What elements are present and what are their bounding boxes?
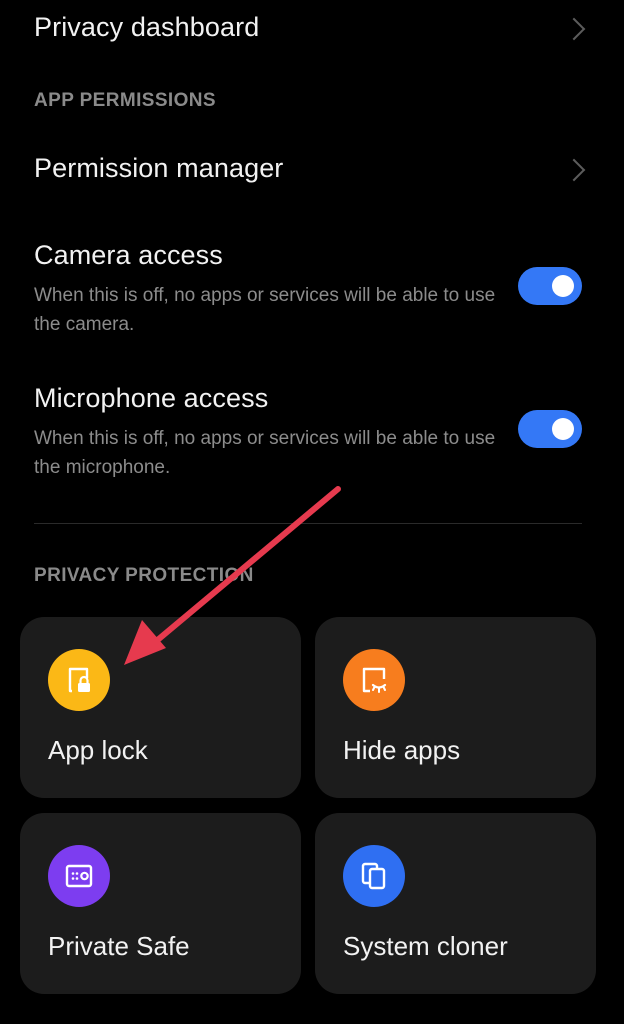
system-cloner-label: System cloner (343, 931, 508, 961)
hide-apps-card[interactable]: Hide apps (315, 617, 596, 798)
camera-access-toggle[interactable] (518, 267, 582, 305)
privacy-dashboard-row[interactable]: Privacy dashboard (34, 12, 582, 48)
permission-manager-row[interactable]: Permission manager (34, 153, 582, 189)
system-cloner-card[interactable]: System cloner (315, 813, 596, 994)
app-permissions-header: APP PERMISSIONS (34, 90, 216, 111)
hide-apps-label: Hide apps (343, 735, 461, 765)
microphone-access-row[interactable]: Microphone access When this is off, no a… (34, 383, 582, 482)
permission-manager-label: Permission manager (34, 153, 284, 183)
privacy-dashboard-label: Privacy dashboard (34, 12, 260, 42)
private-safe-card[interactable]: Private Safe (20, 813, 301, 994)
app-lock-icon (48, 649, 110, 711)
microphone-access-toggle[interactable] (518, 410, 582, 448)
microphone-access-label: Microphone access (34, 383, 269, 413)
private-safe-label: Private Safe (48, 931, 190, 961)
microphone-access-description: When this is off, no apps or services wi… (34, 428, 496, 478)
app-lock-card[interactable]: App lock (20, 617, 301, 798)
toggle-knob (552, 418, 574, 440)
section-divider (34, 523, 582, 524)
system-cloner-icon (343, 845, 405, 907)
camera-access-row[interactable]: Camera access When this is off, no apps … (34, 240, 582, 339)
privacy-protection-header: PRIVACY PROTECTION (34, 565, 254, 586)
camera-access-description: When this is off, no apps or services wi… (34, 285, 496, 335)
toggle-knob (552, 275, 574, 297)
app-lock-label: App lock (48, 735, 148, 765)
private-safe-icon (48, 845, 110, 907)
hide-apps-icon (343, 649, 405, 711)
camera-access-label: Camera access (34, 240, 223, 270)
